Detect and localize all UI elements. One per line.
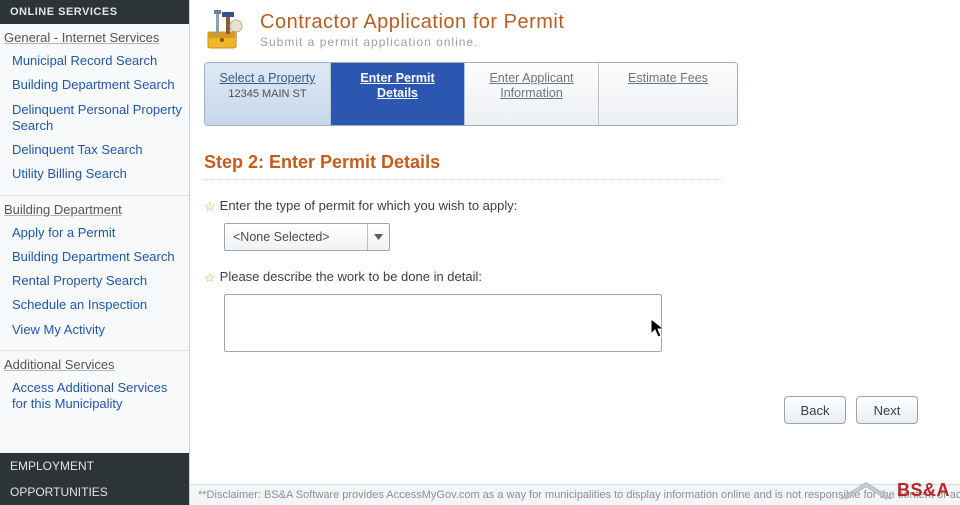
next-button[interactable]: Next [856,396,918,424]
field-work-description: ☆ Please describe the work to be done in … [204,269,946,352]
sidebar-footer-line-2: OPPORTUNITIES [0,479,189,505]
wizard-step-estimate-fees[interactable]: Estimate Fees [599,63,737,125]
sidebar-item-additional-services[interactable]: Access Additional Services for this Muni… [12,376,183,417]
sidebar-item-delinquent-tax[interactable]: Delinquent Tax Search [12,138,183,162]
sidebar-section-additional: Additional Services [0,350,189,374]
chevron-down-icon [367,224,383,250]
brand-logo: BS&A [839,480,950,501]
sidebar-header: ONLINE SERVICES [0,0,189,24]
field-label-work-description: ☆ Please describe the work to be done in … [204,269,946,286]
page-title: Contractor Application for Permit [260,11,564,33]
permit-type-select[interactable]: <None Selected> [224,223,390,251]
roof-icon [839,481,893,501]
wizard-step-select-property[interactable]: Select a Property 12345 MAIN ST [205,63,331,125]
required-star-icon: ☆ [204,199,216,215]
wizard-step-label: Enter Applicant Information [475,71,588,101]
wizard-step-permit-details[interactable]: Enter Permit Details [331,63,465,125]
sidebar-item-utility-billing[interactable]: Utility Billing Search [12,162,183,186]
sidebar-item-apply-permit[interactable]: Apply for a Permit [12,221,183,245]
sidebar-item-rental-search[interactable]: Rental Property Search [12,269,183,293]
sidebar: ONLINE SERVICES General - Internet Servi… [0,0,190,505]
work-description-textarea[interactable] [224,294,662,352]
sidebar-footer: EMPLOYMENT OPPORTUNITIES [0,453,189,505]
page-subtitle: Submit a permit application online. [260,35,564,49]
field-label-permit-type: ☆ Enter the type of permit for which you … [204,198,946,215]
sidebar-list-building: Apply for a Permit Building Department S… [0,221,189,342]
wizard-step-applicant-info[interactable]: Enter Applicant Information [465,63,599,125]
sidebar-section-building: Building Department [0,195,189,219]
sidebar-item-building-dept-search-2[interactable]: Building Department Search [12,245,183,269]
app-root: ONLINE SERVICES General - Internet Servi… [0,0,960,505]
sidebar-list-general: Municipal Record Search Building Departm… [0,49,189,187]
sidebar-list-additional: Access Additional Services for this Muni… [0,376,189,417]
page-header: Contractor Application for Permit Submit… [204,8,946,52]
label-text: Enter the type of permit for which you w… [220,198,518,213]
back-button[interactable]: Back [784,396,846,424]
main-content: Contractor Application for Permit Submit… [190,0,960,505]
toolbox-icon [204,8,248,52]
section-heading: Step 2: Enter Permit Details [204,152,946,173]
sidebar-item-municipal-record-search[interactable]: Municipal Record Search [12,49,183,73]
section-rule [204,179,724,180]
wizard-steps: Select a Property 12345 MAIN ST Enter Pe… [204,62,738,126]
sidebar-section-general: General - Internet Services [0,24,189,47]
sidebar-item-building-dept-search[interactable]: Building Department Search [12,73,183,97]
wizard-step-label: Select a Property [220,71,316,86]
wizard-step-label: Estimate Fees [628,71,708,86]
wizard-button-row: Back Next [384,396,918,424]
wizard-step-sub: 12345 MAIN ST [228,88,306,100]
sidebar-item-view-activity[interactable]: View My Activity [12,318,183,342]
brand-text: BS&A [897,480,950,501]
select-value: <None Selected> [233,230,330,244]
sidebar-item-schedule-inspection[interactable]: Schedule an Inspection [12,293,183,317]
label-text: Please describe the work to be done in d… [220,269,482,284]
sidebar-item-delinquent-personal[interactable]: Delinquent Personal Property Search [12,98,183,139]
sidebar-footer-line-1: EMPLOYMENT [0,453,189,479]
field-permit-type: ☆ Enter the type of permit for which you … [204,198,946,251]
wizard-step-label: Enter Permit Details [341,71,454,101]
required-star-icon: ☆ [204,270,216,286]
